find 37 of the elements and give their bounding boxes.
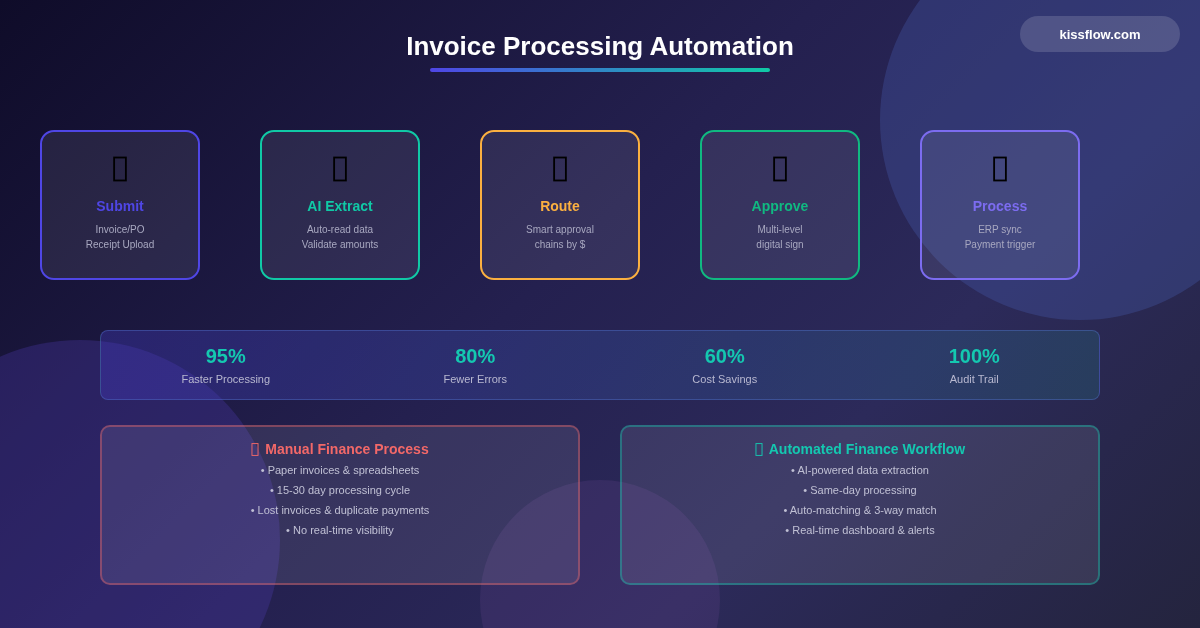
stat-label: Audit Trail [949,373,999,385]
panel-item: • Real-time dashboard & alerts [785,523,935,537]
missing-glyph-icon [333,156,347,182]
stat-value: 100% [948,344,1000,368]
panel-item: • Paper invoices & spreadsheets [260,463,420,477]
panel-item: • 15-30 day processing cycle [269,483,411,497]
panel-title: Automated Finance Workflow [768,441,966,457]
panel-title: Manual Finance Process [265,441,429,457]
page-title: Invoice Processing Automation [406,30,794,62]
missing-glyph-icon [754,442,763,456]
step-description: Multi-level digital sign [756,223,804,252]
stat-label: Faster Processing [181,373,271,385]
step-title: AI Extract [307,198,373,214]
step-description: Smart approval chains by $ [526,223,594,252]
panel-item: • AI-powered data extraction [791,463,929,477]
stat-value: 95% [205,344,246,368]
missing-glyph-icon [113,156,127,182]
step-title: Route [540,198,580,214]
stat-label: Fewer Errors [443,373,508,385]
step-title: Submit [96,198,144,214]
panel-item: • No real-time visibility [286,523,394,537]
panel-item: • Auto-matching & 3-way match [783,503,937,517]
panel-item: • Lost invoices & duplicate payments [250,503,430,517]
stat-label: Cost Savings [692,373,758,385]
missing-glyph-icon [251,442,260,456]
missing-glyph-icon [993,156,1007,182]
step-description: Invoice/PO Receipt Upload [85,223,155,252]
stat-value: 80% [455,344,496,368]
step-title: Process [972,198,1028,214]
missing-glyph-icon [773,156,787,182]
step-description: Auto-read data Validate amounts [301,223,379,252]
site-badge: kissflow.com [1020,16,1180,52]
missing-glyph-icon [553,156,567,182]
step-title: Approve [751,198,809,214]
step-description: ERP sync Payment trigger [964,223,1036,252]
stat-value: 60% [704,344,745,368]
panel-item: • Same-day processing [803,483,917,497]
